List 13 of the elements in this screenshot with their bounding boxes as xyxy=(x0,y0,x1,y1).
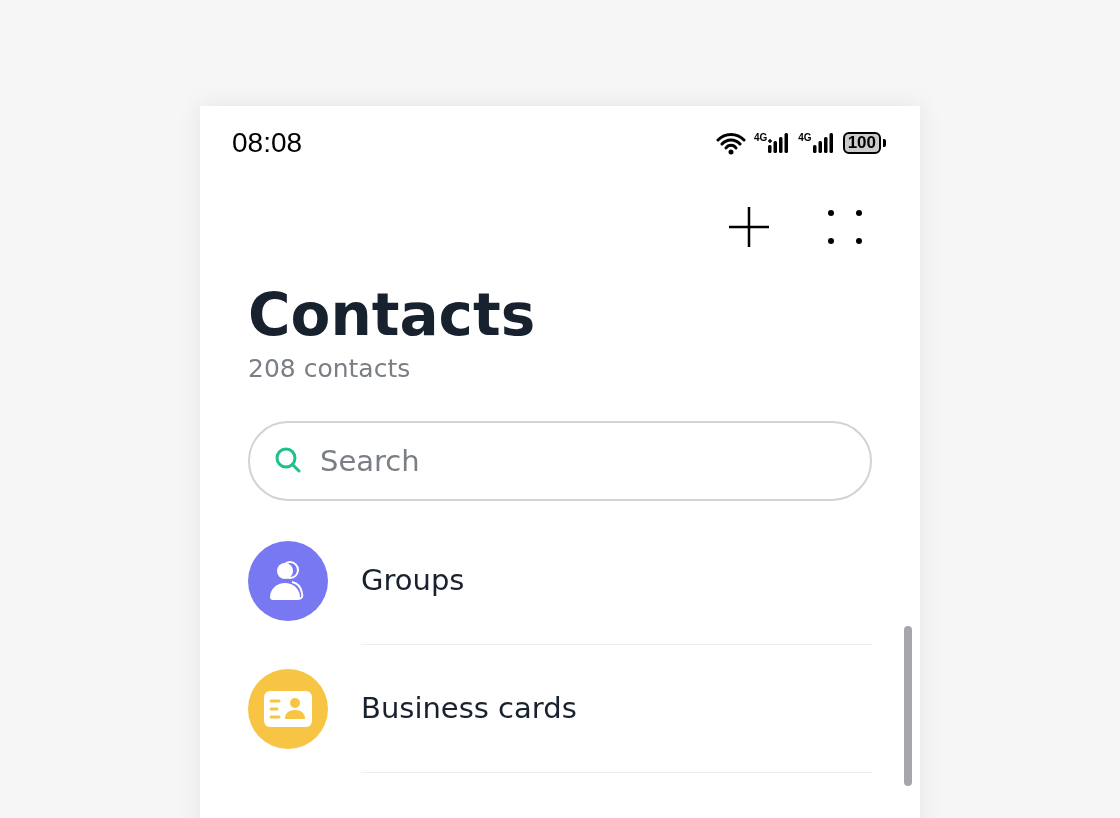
status-time: 08:08 xyxy=(232,127,303,159)
page-title: Contacts xyxy=(248,284,537,348)
battery-level: 100 xyxy=(842,132,881,154)
add-button[interactable] xyxy=(726,204,772,250)
contact-count: 208 contacts xyxy=(248,353,412,383)
wifi-icon xyxy=(715,131,746,155)
signal-icon xyxy=(768,133,791,153)
network-label: 4G xyxy=(798,133,812,143)
search-field[interactable]: Search xyxy=(248,420,872,501)
signal-icon xyxy=(812,133,835,153)
list-item[interactable]: Groups xyxy=(361,516,872,645)
network-label: 4G xyxy=(753,133,768,143)
list-item[interactable]: Business cards xyxy=(361,644,872,773)
